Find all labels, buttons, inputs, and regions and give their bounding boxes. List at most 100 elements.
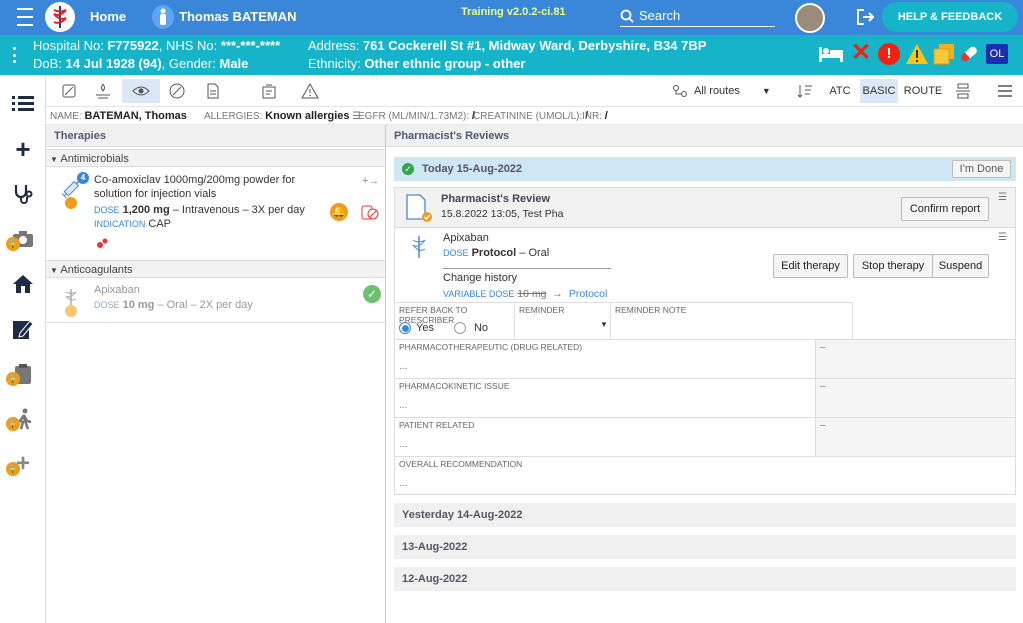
lock-icon: 🔒	[6, 237, 20, 251]
reminder-note-cell[interactable]: REMINDER NOTE	[610, 302, 853, 340]
report-icon[interactable]	[252, 79, 286, 103]
drug-name-line1: Co-amoxiclav 1000mg/200mg powder for	[94, 174, 296, 186]
close-red-icon[interactable]: ✕	[851, 41, 871, 65]
dose-value: Protocol	[471, 247, 517, 259]
dash: –	[820, 381, 826, 392]
patient-related-label: PATIENT RELATED	[399, 420, 475, 430]
warning-icon[interactable]	[905, 43, 929, 68]
no-label: No	[473, 322, 489, 334]
top-bar: Home Thomas BATEMAN Training v2.0.2-ci.8…	[0, 0, 1023, 35]
therapy-item[interactable]: Apixaban DOSE 10 mg – Oral – 2X per day …	[46, 279, 385, 323]
day-header-yesterday[interactable]: Yesterday 14-Aug-2022	[394, 503, 1016, 527]
yes-radio[interactable]	[399, 322, 411, 334]
reminder-cell[interactable]: REMINDER ▼	[514, 302, 611, 340]
check-icon[interactable]: ✓	[363, 285, 381, 303]
dose-value: 10 mg	[122, 299, 155, 311]
hospital-label: Hospital No:	[33, 38, 104, 53]
arrow-right-icon: →	[552, 288, 563, 300]
day-header-12-aug[interactable]: 12-Aug-2022	[394, 567, 1016, 591]
bell-icon[interactable]: 🔔	[330, 203, 348, 221]
day-header-13-aug[interactable]: 13-Aug-2022	[394, 535, 1016, 559]
notes-icon[interactable]	[933, 43, 955, 68]
alert-circle-icon[interactable]: !	[878, 43, 900, 65]
add-icon[interactable]: +	[9, 134, 37, 164]
confirm-report-button[interactable]: Confirm report	[901, 197, 989, 221]
allergies-value[interactable]: Known allergies	[265, 110, 349, 122]
therapy-item[interactable]: 4 Co-amoxiclav 1000mg/200mg powder for s…	[46, 168, 385, 260]
pharmacokinetic-cell[interactable]: PHARMACOKINETIC ISSUE ...	[395, 378, 816, 418]
document-icon[interactable]	[196, 79, 230, 103]
menu-lines-icon[interactable]	[988, 79, 1022, 103]
inr-value: /	[604, 110, 608, 122]
group-label: Anticoagulants	[60, 264, 133, 276]
tab-atc[interactable]: ATC	[823, 79, 857, 103]
overall-recommendation-cell[interactable]: OVERALL RECOMMENDATION ...	[395, 456, 1016, 495]
ol-badge[interactable]: OL	[986, 44, 1008, 64]
count-badge: 4	[77, 172, 89, 184]
hospital-number: F775922	[107, 38, 159, 53]
eye-icon[interactable]	[122, 79, 160, 103]
logout-icon[interactable]	[856, 9, 876, 25]
gender-label: , Gender:	[161, 56, 216, 71]
search-icon	[620, 9, 634, 23]
stethoscope-icon[interactable]	[9, 180, 37, 208]
edit-therapy-button[interactable]: Edit therapy	[773, 254, 848, 278]
drug-name-line2: solution for injection vials	[94, 188, 217, 200]
edit-document-icon[interactable]	[9, 315, 37, 343]
suspend-button[interactable]: Suspend	[932, 254, 989, 278]
patient-info-strip: NAME: BATEMAN, Thomas ALLERGIES: Known a…	[46, 107, 1023, 125]
hand-drop-icon[interactable]	[86, 79, 120, 103]
name-label: NAME:	[50, 111, 82, 122]
chevron-down-icon[interactable]: ▼	[600, 320, 608, 329]
collapse-icon: ▼	[50, 266, 58, 275]
routes-dropdown[interactable]: All routes ▼	[672, 79, 782, 103]
patient-banner: Hospital No: F775922, NHS No: ***-***-**…	[0, 35, 1023, 75]
tab-basic[interactable]: BASIC	[860, 79, 898, 103]
pharmacotherapeutic-cell[interactable]: PHARMACOTHERAPEUTIC (DRUG RELATED) ...	[395, 339, 816, 379]
dose-detail: – Oral	[519, 247, 550, 259]
pill-icon[interactable]	[958, 44, 980, 67]
no-vial-icon[interactable]	[358, 203, 380, 221]
home-link[interactable]: Home	[90, 9, 126, 24]
home-icon[interactable]	[9, 270, 37, 298]
capsule-icon[interactable]	[160, 79, 194, 103]
old-dose: 10 mg	[517, 288, 547, 300]
more-vert-icon[interactable]	[13, 47, 17, 63]
bed-icon[interactable]	[818, 45, 844, 66]
app-logo-icon	[45, 2, 75, 32]
group-antimicrobials[interactable]: ▼ Antimicrobials	[46, 149, 385, 167]
im-done-button[interactable]: I'm Done	[952, 160, 1011, 178]
patient-address: Address: 761 Cockerell St #1, Midway War…	[308, 38, 706, 53]
lock-icon: 🔒	[6, 462, 20, 476]
search-input[interactable]: Search	[620, 5, 775, 27]
sort-icon[interactable]	[788, 79, 822, 103]
left-navigation: + 🔒 🔒 🔒 + 🔒	[0, 75, 46, 623]
arrows-icon[interactable]: +→	[362, 175, 379, 187]
menu-small-icon[interactable]: ☰	[998, 192, 1007, 203]
menu-icon[interactable]	[14, 8, 36, 26]
pill-outline-icon[interactable]	[52, 79, 86, 103]
dose-label: DOSE	[443, 248, 469, 258]
help-feedback-button[interactable]: HELP & FEEDBACK	[882, 2, 1018, 32]
patient-ethnicity: Ethnicity: Other ethnic group - other	[308, 56, 525, 71]
today-header[interactable]: Today 15-Aug-2022	[394, 157, 1016, 181]
gender-value: Male	[219, 56, 249, 71]
reviews-title: Pharmacist's Reviews	[386, 125, 1023, 147]
no-radio[interactable]	[453, 322, 466, 334]
hierarchy-icon[interactable]	[946, 79, 980, 103]
patient-name-link[interactable]: Thomas BATEMAN	[179, 9, 296, 24]
list-icon[interactable]	[9, 90, 37, 118]
overall-label: OVERALL RECOMMENDATION	[399, 459, 523, 469]
patient-related-cell[interactable]: PATIENT RELATED ...	[395, 417, 816, 457]
warning-outline-icon[interactable]	[293, 79, 327, 103]
drug-name: Apixaban	[94, 284, 140, 296]
tab-route[interactable]: ROUTE	[902, 79, 944, 103]
group-anticoagulants[interactable]: ▼ Anticoagulants	[46, 260, 385, 278]
view-toolbar: All routes ▼ ATC BASIC ROUTE	[46, 75, 1023, 107]
stop-therapy-button[interactable]: Stop therapy	[853, 254, 933, 278]
yes-label: Yes	[416, 322, 434, 334]
antimicrobial-icon	[96, 236, 110, 254]
menu-small-icon[interactable]: ☰	[998, 232, 1007, 243]
user-avatar[interactable]	[795, 3, 825, 33]
allergies-label: ALLERGIES:	[204, 111, 263, 122]
